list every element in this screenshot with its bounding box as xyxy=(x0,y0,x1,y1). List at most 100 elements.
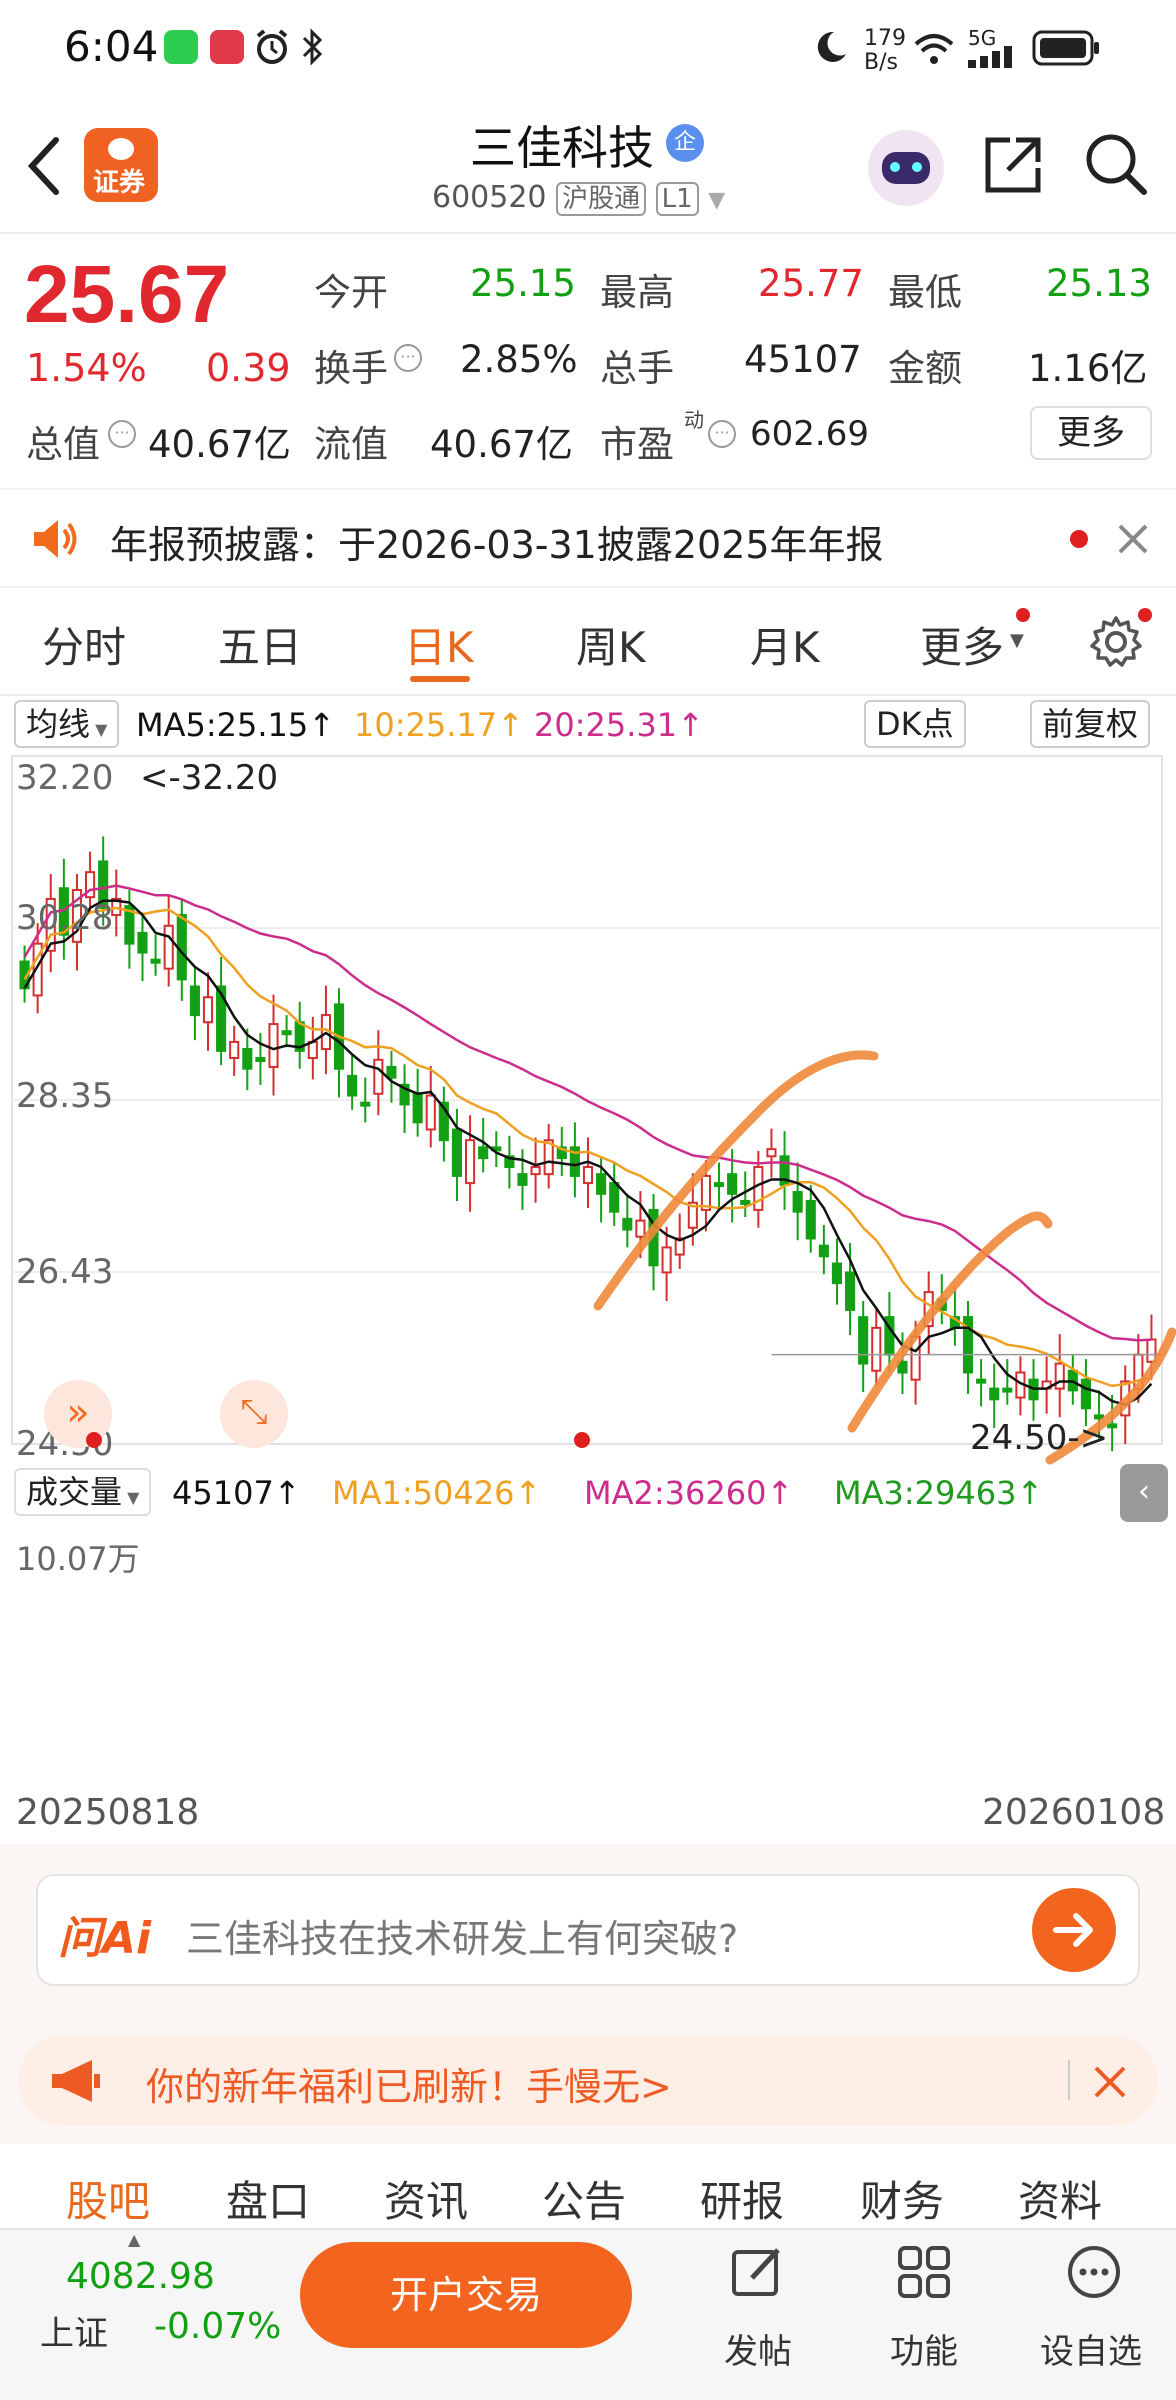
event-dot xyxy=(86,1432,102,1448)
candle-body xyxy=(858,1316,869,1365)
wifi-icon xyxy=(914,34,954,64)
candle-body xyxy=(281,1030,292,1036)
candle-body xyxy=(1002,1387,1013,1393)
candle-body xyxy=(373,1058,384,1095)
amount-value: 1.16亿 xyxy=(1028,347,1148,390)
mktcap-label: 总值 xyxy=(26,423,100,466)
y-tick-label: 28.35 xyxy=(16,1076,114,1116)
volume-select[interactable]: 成交量 ▼ xyxy=(14,1468,152,1516)
settings-gear-icon[interactable] xyxy=(1088,614,1144,670)
arrow-right-icon[interactable] xyxy=(1032,1888,1116,1972)
ma20-legend: 20:25.31↑ xyxy=(534,706,704,744)
high-label: 最高 xyxy=(600,271,674,314)
watchlist-label[interactable]: 设自选 xyxy=(1040,2324,1142,2373)
candle-body xyxy=(792,1191,803,1213)
ma10-legend: 10:25.17↑ xyxy=(354,706,524,744)
bottom-bar: ▲ 4082.98 上证 -0.07% 开户交易 发帖 功能 设自选 xyxy=(0,2228,1176,2400)
ma-select[interactable]: 均线 ▼ xyxy=(14,700,120,748)
subnav-news[interactable]: 资讯 xyxy=(384,2168,468,2229)
index-value[interactable]: 4082.98 xyxy=(66,2256,215,2297)
close-icon[interactable] xyxy=(1114,520,1152,558)
tab-more[interactable]: 更多 xyxy=(920,614,1004,675)
subnav-research[interactable]: 研报 xyxy=(700,2168,784,2229)
status-bar: 6:04 179 B/s 5G xyxy=(0,0,1176,100)
bluetooth-icon xyxy=(302,28,323,66)
low-value: 25.13 xyxy=(1046,262,1152,305)
ask-ai-bar[interactable]: 问Ai 三佳科技在技术研发上有何突破? xyxy=(36,1874,1140,1986)
subnav-announce[interactable]: 公告 xyxy=(542,2168,626,2229)
tab-monthly-k[interactable]: 月K xyxy=(750,614,820,675)
stock-header: 证券 三佳科技 企 600520 沪股通 L1 ▼ xyxy=(0,100,1176,234)
info-icon[interactable]: ··· xyxy=(394,344,422,372)
tab-daily-k[interactable]: 日K xyxy=(404,614,474,675)
stock-code: 600520 xyxy=(432,180,547,215)
subnav-pankou[interactable]: 盘口 xyxy=(226,2168,310,2229)
post-icon[interactable] xyxy=(728,2242,788,2302)
candle-body xyxy=(517,1173,528,1186)
pe-label: 市盈 xyxy=(600,423,674,466)
function-label[interactable]: 功能 xyxy=(890,2324,958,2373)
candle-body xyxy=(425,1094,436,1131)
moon-icon xyxy=(817,31,846,62)
promo-banner[interactable]: 你的新年福利已刷新！手慢无> xyxy=(18,2036,1158,2126)
info-icon[interactable]: ··· xyxy=(108,420,136,448)
candle-body xyxy=(465,1139,476,1185)
chevron-left-icon[interactable] xyxy=(24,134,64,198)
open-value: 25.15 xyxy=(470,262,576,305)
index-name[interactable]: 上证 xyxy=(40,2306,108,2355)
candlestick-chart[interactable] xyxy=(0,750,1176,1466)
candle-body xyxy=(150,958,161,964)
expand-arrows-icon[interactable]: ⤡ xyxy=(220,1380,288,1448)
candle-body xyxy=(189,985,200,1017)
post-label[interactable]: 发帖 xyxy=(724,2324,792,2373)
more-quote-button[interactable]: 更多 xyxy=(1030,406,1152,460)
volume-legend: 45107↑ xyxy=(172,1474,301,1512)
vma3-legend: MA3:29463↑ xyxy=(834,1474,1044,1512)
status-time: 6:04 xyxy=(64,22,159,71)
tab-weekly-k[interactable]: 周K xyxy=(576,614,646,675)
notice-bar[interactable]: 年报预披露：于2026-03-31披露2025年年报 xyxy=(0,488,1176,588)
candle-body xyxy=(661,1246,672,1274)
y-tick-label: 32.20 xyxy=(16,758,114,798)
tab-intraday[interactable]: 分时 xyxy=(42,614,126,675)
candle-body xyxy=(412,1092,423,1124)
close-icon[interactable] xyxy=(1090,2062,1130,2102)
candle-body xyxy=(831,1262,843,1285)
share-icon[interactable] xyxy=(980,132,1046,198)
candle-body xyxy=(727,1173,738,1195)
pe-value: 602.69 xyxy=(750,414,869,454)
index-change[interactable]: -0.07% xyxy=(154,2306,281,2347)
ma5-legend: MA5:25.15↑ xyxy=(136,706,336,744)
mktcap-value: 40.67亿 xyxy=(148,423,291,466)
trade-button[interactable]: 开户交易 xyxy=(300,2242,632,2348)
volume-axis-label: 10.07万 xyxy=(16,1540,140,1578)
function-grid-icon[interactable] xyxy=(894,2242,954,2302)
ask-ai-placeholder[interactable]: 三佳科技在技术研发上有何突破? xyxy=(186,1908,738,1963)
net-speed-top: 179 xyxy=(864,26,906,51)
settings-dot xyxy=(1138,608,1152,622)
subnav-finance[interactable]: 财务 xyxy=(860,2168,944,2229)
subnav-guba[interactable]: 股吧 xyxy=(66,2168,150,2229)
search-icon[interactable] xyxy=(1082,130,1150,198)
adjust-button[interactable]: 前复权 xyxy=(1030,700,1151,748)
tab-more-dot xyxy=(1016,608,1030,622)
candle-body xyxy=(202,996,214,1024)
watchlist-icon[interactable] xyxy=(1064,2242,1124,2302)
candle-body xyxy=(766,1148,777,1158)
candle-body xyxy=(1107,1423,1118,1429)
app-badge-icon xyxy=(210,30,244,64)
stock-subtitle[interactable]: 600520 沪股通 L1 ▼ xyxy=(432,178,725,216)
event-dot xyxy=(574,1432,590,1448)
robot-avatar-icon[interactable] xyxy=(868,130,944,206)
broker-logo[interactable]: 证券 xyxy=(84,128,158,202)
candle-body xyxy=(242,1048,253,1070)
turnover-label: 换手 xyxy=(314,347,388,390)
subnav-profile[interactable]: 资料 xyxy=(1018,2168,1102,2229)
x-end-label: 20260108 xyxy=(982,1792,1166,1833)
tab-five-day[interactable]: 五日 xyxy=(218,614,302,675)
collapse-left-icon[interactable]: ‹ xyxy=(1120,1464,1168,1522)
low-label: 最低 xyxy=(888,271,962,314)
y-tick-label: 26.43 xyxy=(16,1252,114,1292)
dk-point-button[interactable]: DK点 xyxy=(864,700,966,748)
info-icon[interactable]: ··· xyxy=(708,420,736,448)
